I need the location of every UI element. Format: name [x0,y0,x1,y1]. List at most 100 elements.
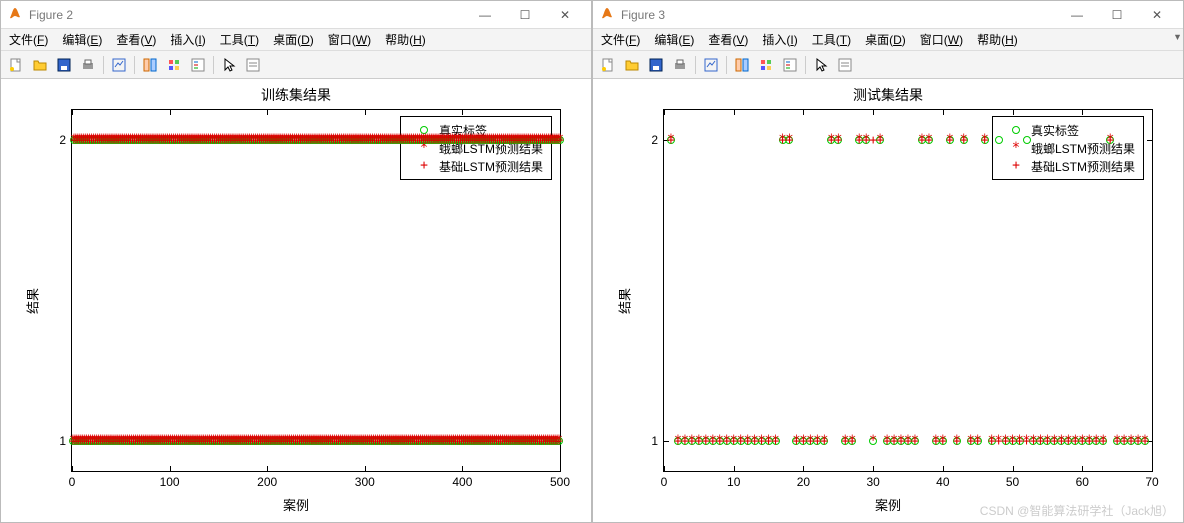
plotbrowser-button[interactable] [834,54,856,76]
data-point: + [939,434,947,448]
data-point: + [1141,434,1149,448]
datacursor-button[interactable] [139,54,161,76]
pointer-button[interactable] [810,54,832,76]
window-title: Figure 3 [621,8,1057,22]
window-title: Figure 2 [29,8,465,22]
legend-entry: 真实标签 [1001,121,1135,139]
axes[interactable]: 01020304050607012真实标签*蛾螂LSTM预测结果+基础LSTM预… [663,109,1153,472]
x-tick: 50 [1006,471,1019,489]
data-point: + [876,133,884,147]
save-button[interactable] [53,54,75,76]
new-button[interactable] [5,54,27,76]
x-tick: 0 [661,471,668,489]
data-point: + [848,434,856,448]
menu-tools[interactable]: 工具(T) [220,31,259,48]
chart-title: 训练集结果 [1,85,591,105]
pointer-button[interactable] [218,54,240,76]
legend-label: 真实标签 [1031,122,1079,139]
menu-window[interactable]: 窗口(W) [328,31,371,48]
menu-view[interactable]: 查看(V) [116,31,156,48]
data-point: + [981,133,989,147]
menu-insert[interactable]: 插入(I) [762,31,797,48]
menu-desktop[interactable]: 桌面(D) [865,31,906,48]
datacursor-button[interactable] [731,54,753,76]
data-point: + [786,133,794,147]
minimize-button[interactable]: — [465,3,505,27]
data-point: + [911,434,919,448]
figure-window-2: Figure 2 — ☐ ✕ 文件(F) 编辑(E) 查看(V) 插入(I) 工具(T)… [0,0,592,523]
data-point: + [953,434,961,448]
x-tick: 30 [866,471,879,489]
x-tick: 200 [257,471,277,489]
data-point: + [946,133,954,147]
new-button[interactable] [597,54,619,76]
menubar: 文件(F) 编辑(E) 查看(V) 插入(I) 工具(T) 桌面(D) 窗口(W) 帮助(H) [1,29,591,51]
data-point: + [960,133,968,147]
plot-area: 测试集结果 结果 案例 01020304050607012真实标签*蛾螂LSTM… [593,79,1183,522]
legend-button[interactable] [779,54,801,76]
menu-help[interactable]: 帮助(H) [977,31,1018,48]
y-tick: 1 [651,434,664,448]
titlebar: Figure 2 — ☐ ✕ [1,1,591,29]
close-button[interactable]: ✕ [1137,3,1177,27]
x-tick: 40 [936,471,949,489]
linkdata-button[interactable] [700,54,722,76]
x-tick: 10 [727,471,740,489]
print-button[interactable] [77,54,99,76]
axes[interactable]: 010020030040050012真实标签*蛾螂LSTM预测结果+基础LSTM… [71,109,561,472]
menu-view[interactable]: 查看(V) [708,31,748,48]
menu-desktop[interactable]: 桌面(D) [273,31,314,48]
data-point: + [974,434,982,448]
menubar-overflow-icon[interactable]: ▾ [1175,32,1180,43]
legend-label: 蛾螂LSTM预测结果 [1031,140,1135,157]
y-axis-label: 结果 [615,287,634,313]
legend-label: 基础LSTM预测结果 [1031,158,1135,175]
linkdata-button[interactable] [108,54,130,76]
figure-window-3: Figure 3 — ☐ ✕ 文件(F) 编辑(E) 查看(V) 插入(I) 工具(T)… [592,0,1184,523]
data-point: + [925,133,933,147]
minimize-button[interactable]: — [1057,3,1097,27]
legend-entry: *蛾螂LSTM预测结果 [1001,139,1135,157]
menu-tools[interactable]: 工具(T) [812,31,851,48]
legend-entry: +基础LSTM预测结果 [1001,157,1135,175]
plotbrowser-button[interactable] [242,54,264,76]
data-point: + [555,434,563,448]
data-point: + [667,133,675,147]
menu-file[interactable]: 文件(F) [9,31,48,48]
colorbar-button[interactable] [755,54,777,76]
legend-button[interactable] [187,54,209,76]
data-point [995,136,1003,144]
legend[interactable]: 真实标签*蛾螂LSTM预测结果+基础LSTM预测结果 [992,116,1144,180]
x-axis-label: 案例 [593,495,1183,514]
data-point [1023,136,1031,144]
titlebar: Figure 3 — ☐ ✕ [593,1,1183,29]
menu-file[interactable]: 文件(F) [601,31,640,48]
data-point: + [1099,434,1107,448]
x-tick: 20 [797,471,810,489]
maximize-button[interactable]: ☐ [505,3,545,27]
data-point: + [772,434,780,448]
open-button[interactable] [621,54,643,76]
menu-edit[interactable]: 编辑(E) [62,31,102,48]
menu-insert[interactable]: 插入(I) [170,31,205,48]
toolbar [1,51,591,79]
data-point: + [556,133,564,147]
colorbar-button[interactable] [163,54,185,76]
x-axis-label: 案例 [1,495,591,514]
plot-area: 训练集结果 结果 案例 010020030040050012真实标签*蛾螂LST… [1,79,591,522]
menu-help[interactable]: 帮助(H) [385,31,426,48]
x-tick: 60 [1076,471,1089,489]
save-button[interactable] [645,54,667,76]
menu-edit[interactable]: 编辑(E) [654,31,694,48]
matlab-icon [7,7,23,23]
open-button[interactable] [29,54,51,76]
x-tick: 70 [1145,471,1158,489]
legend-entry: +基础LSTM预测结果 [409,157,543,175]
close-button[interactable]: ✕ [545,3,585,27]
print-button[interactable] [669,54,691,76]
x-tick: 0 [69,471,76,489]
maximize-button[interactable]: ☐ [1097,3,1137,27]
menu-window[interactable]: 窗口(W) [920,31,963,48]
legend-label: 基础LSTM预测结果 [439,158,543,175]
matlab-icon [599,7,615,23]
